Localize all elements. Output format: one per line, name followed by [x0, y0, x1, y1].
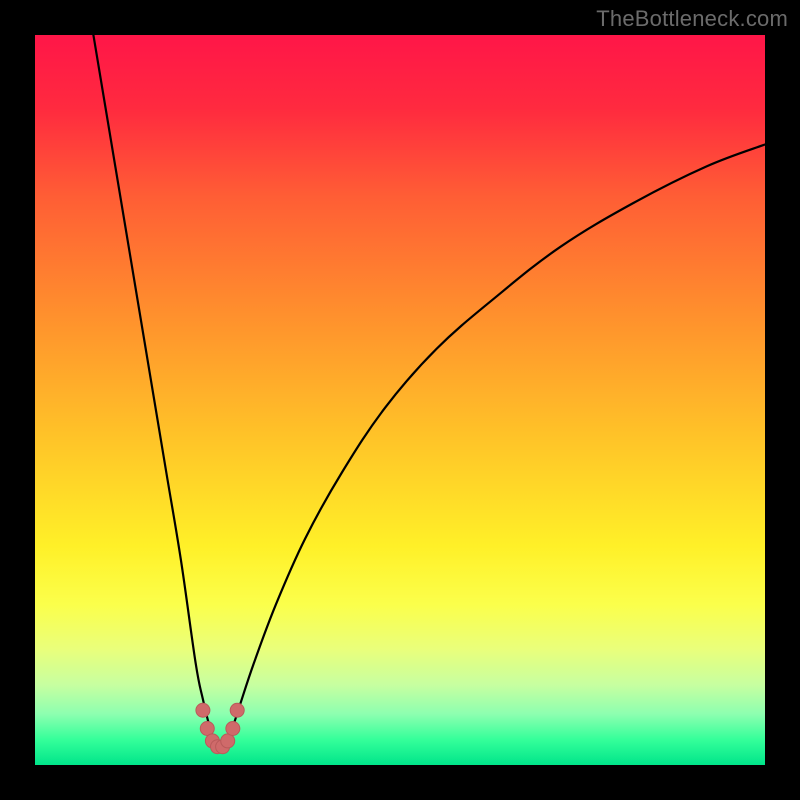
- trough-markers: [196, 703, 244, 754]
- plot-area: [35, 35, 765, 765]
- curve-right-branch: [218, 145, 766, 747]
- watermark-text: TheBottleneck.com: [596, 6, 788, 32]
- trough-marker: [230, 703, 244, 717]
- curve-left-branch: [93, 35, 217, 747]
- trough-marker: [200, 722, 214, 736]
- curve-layer: [35, 35, 765, 765]
- chart-frame: TheBottleneck.com: [0, 0, 800, 800]
- trough-marker: [196, 703, 210, 717]
- trough-marker: [226, 722, 240, 736]
- trough-marker: [221, 734, 235, 748]
